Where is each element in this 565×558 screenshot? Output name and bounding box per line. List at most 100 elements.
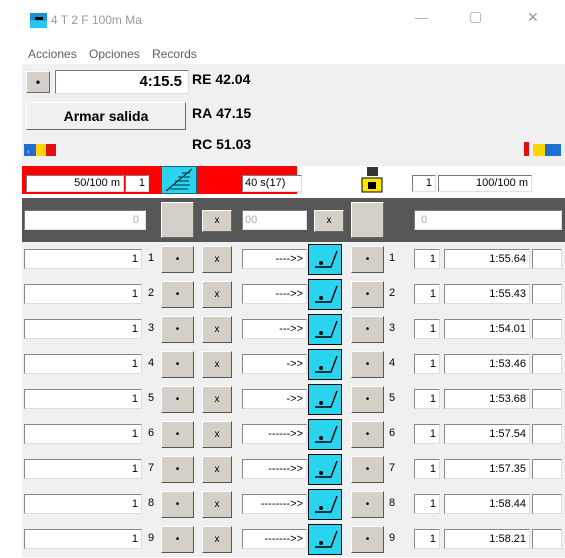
lane-dot2-button[interactable]: • xyxy=(351,351,384,378)
lane-time-field: 1:58.21 xyxy=(444,529,530,549)
lane-progress-field: ------->> xyxy=(242,529,307,549)
close-button[interactable]: ✕ xyxy=(527,9,539,26)
lane-dot-button[interactable]: • xyxy=(161,281,194,308)
lane-dot2-button[interactable]: • xyxy=(351,281,384,308)
lane-x-button[interactable]: x xyxy=(202,421,232,448)
lane-extra-field xyxy=(532,249,562,269)
header-x2-button[interactable]: x xyxy=(314,210,344,232)
lane-left-count: 1 xyxy=(24,459,142,479)
lane-number-left: 9 xyxy=(148,532,155,544)
header-dot-button[interactable] xyxy=(161,202,194,238)
swimmer-icon[interactable] xyxy=(308,279,342,310)
record-ra-value: 47.15 xyxy=(216,105,252,121)
lane-time-field: 1:58.44 xyxy=(444,494,530,514)
armar-salida-button[interactable]: Armar salida xyxy=(26,102,186,130)
lane-number-right: 1 xyxy=(389,252,396,264)
lane-dot2-button[interactable]: • xyxy=(351,386,384,413)
maximize-button[interactable]: ▢ xyxy=(469,8,482,25)
menu-records[interactable]: Records xyxy=(152,47,197,61)
dot-button[interactable]: • xyxy=(26,71,50,93)
lane-dot2-button[interactable]: • xyxy=(351,246,384,273)
lane-number-right: 5 xyxy=(389,392,396,404)
record-re-label: RE xyxy=(192,71,212,87)
swimmer-icon[interactable] xyxy=(308,349,342,380)
record-re: RE 42.04 xyxy=(192,71,250,87)
lane-time-field: 1:57.35 xyxy=(444,459,530,479)
lane-dot-button[interactable]: • xyxy=(161,526,194,553)
lane-left-count: 1 xyxy=(24,284,142,304)
lane-dot-button[interactable]: • xyxy=(161,316,194,343)
lane-extra-field xyxy=(532,529,562,549)
lane-time-field: 1:53.46 xyxy=(444,354,530,374)
start-signal-icon-left[interactable]: ‹ xyxy=(24,140,60,158)
lane-dot2-button[interactable]: • xyxy=(351,491,384,518)
lane-number-right: 6 xyxy=(389,427,396,439)
menu-bar: Acciones Opciones Records xyxy=(22,44,565,64)
lane-right-count: 1 xyxy=(414,284,440,304)
swimmer-icon[interactable] xyxy=(308,454,342,485)
lane-extra-field xyxy=(532,494,562,514)
lane-row: 1 2 • x ---->> • 2 1 1:55.43 xyxy=(22,277,565,312)
lane-dot2-button[interactable]: • xyxy=(351,456,384,483)
swimmer-icon[interactable] xyxy=(308,524,342,555)
lane-progress-field: ->> xyxy=(242,354,307,374)
lane-x-button[interactable]: x xyxy=(202,456,232,483)
lane-dot-button[interactable]: • xyxy=(161,386,194,413)
lane-row: 1 8 • x -------->> • 8 1 1:58.44 xyxy=(22,487,565,522)
lane-dot-button[interactable]: • xyxy=(161,351,194,378)
lane-x-button[interactable]: x xyxy=(202,351,232,378)
lane-row: 1 4 • x ->> • 4 1 1:53.46 xyxy=(22,347,565,382)
lane-progress-field: --->> xyxy=(242,319,307,339)
lane-dot2-button[interactable]: • xyxy=(351,316,384,343)
lane-right-count: 1 xyxy=(414,529,440,549)
start-signal-icon-right[interactable] xyxy=(524,140,562,158)
lane-camera-icon xyxy=(360,166,384,194)
left-distance-field: 50/100 m xyxy=(26,175,124,192)
lane-left-count: 1 xyxy=(24,249,142,269)
lane-left-count: 1 xyxy=(24,494,142,514)
lane-number-left: 5 xyxy=(148,392,155,404)
swimmer-icon[interactable] xyxy=(308,489,342,520)
lane-dot-button[interactable]: • xyxy=(161,491,194,518)
swimmer-icon[interactable] xyxy=(308,244,342,275)
lane-x-button[interactable]: x xyxy=(202,386,232,413)
swimmer-icon[interactable] xyxy=(308,384,342,415)
lane-x-button[interactable]: x xyxy=(202,281,232,308)
distance-bar: 50/100 m 1 40 s(17) 1 100/100 m xyxy=(22,166,565,198)
lane-dot-button[interactable]: • xyxy=(161,246,194,273)
app-icon xyxy=(30,13,47,28)
lane-x-button[interactable]: x xyxy=(202,491,232,518)
lane-right-count: 1 xyxy=(414,249,440,269)
lane-dot-button[interactable]: • xyxy=(161,421,194,448)
lane-left-count: 1 xyxy=(24,424,142,444)
record-rc: RC 51.03 xyxy=(192,136,251,152)
record-ra-label: RA xyxy=(192,105,213,121)
lane-number-right: 9 xyxy=(389,532,396,544)
lane-time-field: 1:54.01 xyxy=(444,319,530,339)
lane-extra-field xyxy=(532,354,562,374)
minimize-button[interactable]: — xyxy=(415,10,428,25)
title-bar: 4 T 2 F 100m Ma — ▢ ✕ xyxy=(0,0,565,44)
lane-x-button[interactable]: x xyxy=(202,316,232,343)
menu-acciones[interactable]: Acciones xyxy=(28,47,77,61)
lane-extra-field xyxy=(532,319,562,339)
menu-opciones[interactable]: Opciones xyxy=(89,47,140,61)
swimmer-icon[interactable] xyxy=(308,419,342,450)
record-rc-label: RC xyxy=(192,136,213,152)
lane-number-right: 7 xyxy=(389,462,396,474)
lane-x-button[interactable]: x xyxy=(202,526,232,553)
lane-x-button[interactable]: x xyxy=(202,246,232,273)
header-x-button[interactable]: x xyxy=(202,210,232,232)
lane-dot2-button[interactable]: • xyxy=(351,421,384,448)
lane-extra-field xyxy=(532,424,562,444)
lane-right-count: 1 xyxy=(414,389,440,409)
swimmer-icon[interactable] xyxy=(308,314,342,345)
lane-dot2-button[interactable]: • xyxy=(351,526,384,553)
right-lap-field: 1 xyxy=(412,175,436,192)
lane-time-field: 1:55.64 xyxy=(444,249,530,269)
record-ra: RA 47.15 xyxy=(192,105,251,121)
lane-left-count: 1 xyxy=(24,319,142,339)
lane-extra-field xyxy=(532,459,562,479)
lane-dot-button[interactable]: • xyxy=(161,456,194,483)
header-dot2-button[interactable] xyxy=(351,202,384,238)
